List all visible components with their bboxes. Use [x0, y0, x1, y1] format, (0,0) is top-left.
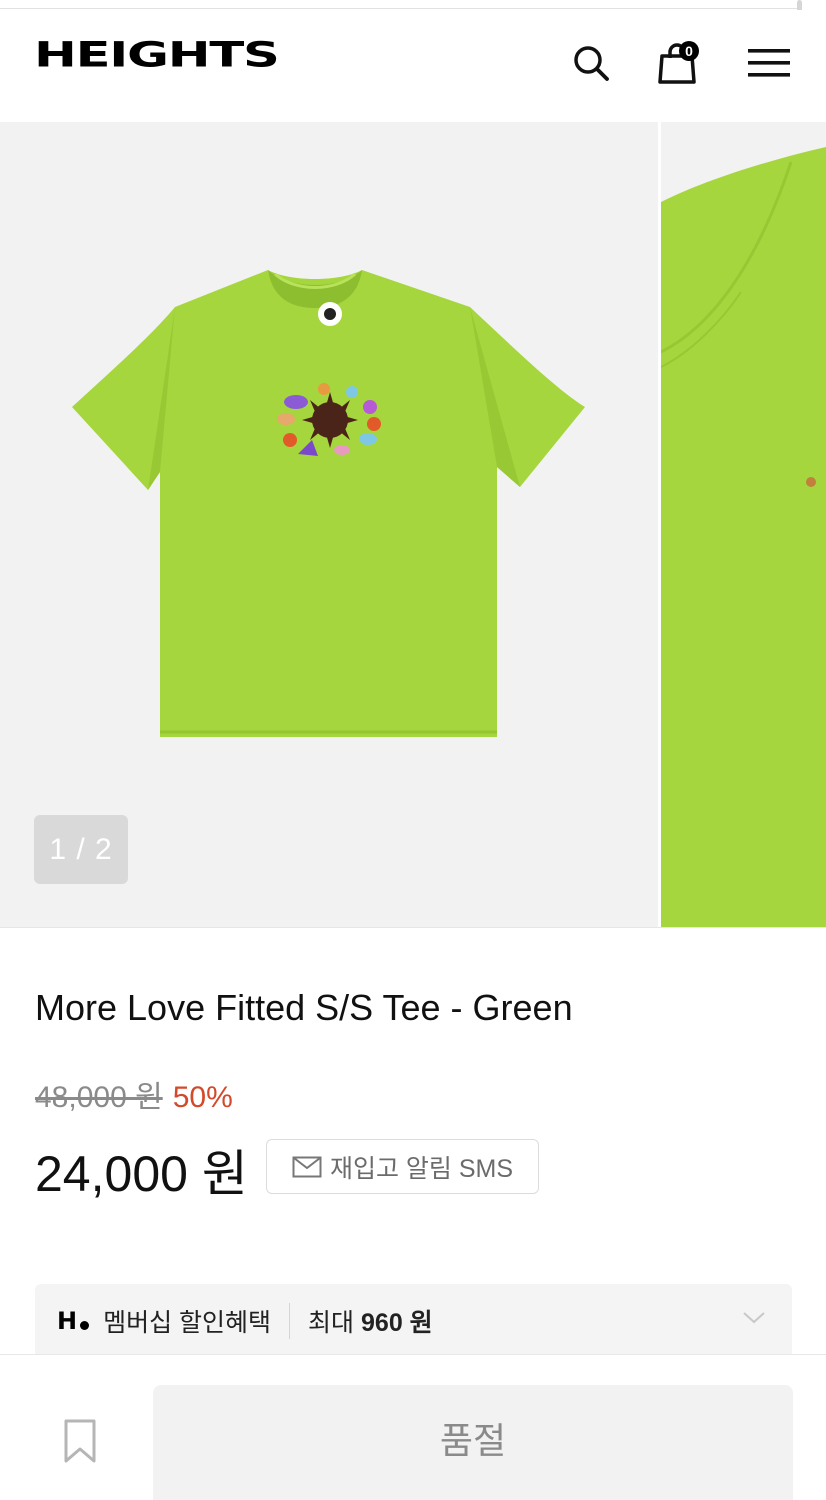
mail-icon: [292, 1156, 322, 1177]
wishlist-button[interactable]: [56, 1415, 104, 1467]
membership-label: 멤버십 할인혜택: [103, 1309, 272, 1337]
product-image-front[interactable]: [0, 122, 658, 927]
membership-separator: [289, 1303, 291, 1339]
membership-discount-accordion[interactable]: H 멤버십 할인혜택 최대 960 원: [35, 1284, 792, 1358]
soldout-button[interactable]: 품절: [153, 1385, 793, 1500]
cart-count-badge: 0: [679, 41, 699, 61]
bottom-action-bar: 품절: [0, 1354, 826, 1500]
top-divider: [0, 8, 800, 9]
green-tshirt-closeup-image: [661, 147, 826, 927]
cart-button[interactable]: 0: [654, 40, 700, 86]
sale-price: 24,000 원: [35, 1146, 248, 1202]
search-icon: [574, 46, 609, 81]
slide-counter: 1 / 2: [34, 815, 128, 884]
green-tshirt-image: [72, 270, 585, 737]
menu-button[interactable]: [746, 40, 792, 86]
search-button[interactable]: [568, 40, 614, 86]
product-image-carousel[interactable]: 1 / 2: [0, 122, 826, 928]
membership-logo: H: [57, 1307, 90, 1335]
original-price: 48,000 원: [35, 1081, 163, 1114]
product-title: More Love Fitted S/S Tee - Green: [35, 987, 573, 1028]
hamburger-menu-icon: [748, 49, 790, 77]
bookmark-icon: [64, 1419, 96, 1463]
brand-logo[interactable]: HEIGHTS: [34, 38, 280, 72]
restock-sms-button[interactable]: 재입고 알림 SMS: [266, 1139, 539, 1194]
discount-rate: 50%: [172, 1081, 233, 1114]
product-image-detail[interactable]: [661, 122, 826, 927]
chevron-down-icon[interactable]: [742, 1310, 766, 1326]
site-header: HEIGHTS 0: [0, 10, 826, 122]
restock-sms-label: 재입고 알림 SMS: [329, 1154, 514, 1183]
membership-max-discount: 최대 960 원: [308, 1309, 433, 1337]
original-price-row: 48,000 원 50%: [35, 1072, 233, 1114]
